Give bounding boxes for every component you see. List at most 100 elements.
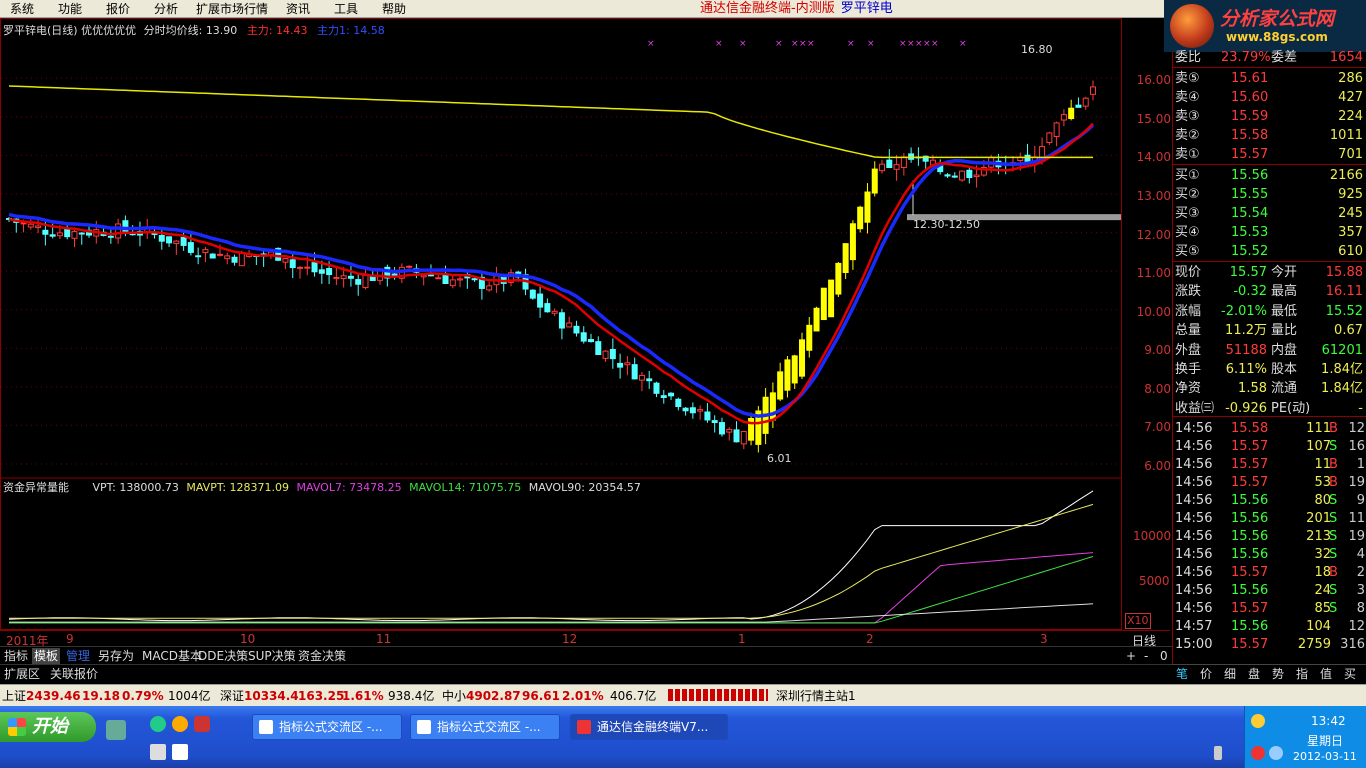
browser-icon[interactable]	[172, 716, 188, 732]
ask-row[interactable]: 卖③ 15.59 224	[1173, 107, 1366, 126]
right-tab[interactable]: 买	[1344, 666, 1356, 682]
candle-body	[347, 275, 354, 279]
task-forum-2[interactable]: 指标公式交流区 -...	[410, 714, 560, 740]
quote-label: 净资	[1175, 381, 1202, 397]
tick-time: 14:56	[1175, 529, 1213, 544]
right-tab-bar: 笔价细盘势指值买	[1172, 664, 1366, 682]
usb-icon[interactable]	[1214, 746, 1222, 760]
tab-fund[interactable]: 资金决策	[296, 648, 348, 664]
zx-label: 中小	[442, 689, 467, 703]
right-tab[interactable]: 价	[1200, 666, 1212, 682]
menu-help[interactable]: 帮助	[382, 1, 406, 17]
vpt-value: VPT: 138000.73	[92, 481, 179, 494]
quote-value: -0.926	[1225, 400, 1267, 416]
bid-row[interactable]: 买① 15.56 2166	[1173, 166, 1366, 185]
status-bar: 上证 2439.46 19.18 0.79% 1004亿 深证 10334.4 …	[0, 684, 1366, 706]
tray-network-icon[interactable]	[1269, 746, 1283, 760]
right-tab[interactable]: 笔	[1176, 666, 1188, 682]
candle-body	[27, 223, 34, 228]
menu-news[interactable]: 资讯	[286, 1, 310, 17]
candle-body	[471, 278, 478, 281]
tick-price: 15.56	[1231, 547, 1269, 562]
ask-label: 卖②	[1175, 128, 1200, 143]
menu-system[interactable]: 系统	[10, 1, 34, 17]
time-label-jan: 1	[738, 632, 746, 646]
keyboard-icon[interactable]	[150, 744, 166, 760]
ask-row[interactable]: 卖④ 15.60 427	[1173, 88, 1366, 107]
candle-body	[740, 430, 747, 445]
ask-row[interactable]: 卖② 15.58 1011	[1173, 126, 1366, 145]
help-icon[interactable]	[172, 744, 188, 760]
right-tab[interactable]: 盘	[1248, 666, 1260, 682]
right-tab[interactable]: 势	[1272, 666, 1284, 682]
menu-ext-market[interactable]: 扩展市场行情	[196, 1, 268, 17]
candle-body	[842, 243, 849, 273]
tick-volume: 104	[1306, 619, 1331, 634]
tick-time: 14:56	[1175, 601, 1213, 616]
time-label-dec: 12	[562, 632, 578, 646]
signal-mark: ×	[847, 39, 855, 49]
task-tdx[interactable]: 通达信金融终端V7...	[570, 714, 728, 740]
kline-chart[interactable]: × × × × × × × × × × × × × × × 罗平锌电(日线) 优优优优优 分时均价线: 13…	[0, 18, 1171, 630]
ie-icon[interactable]	[150, 716, 166, 732]
commission-diff-label: 委差	[1271, 50, 1298, 65]
zoom-reset-button[interactable]: 0	[1158, 648, 1170, 664]
windows-taskbar: 开始 指标公式交流区 -... 指标公式交流区 -... 通达信金融终端V7..…	[0, 706, 1366, 768]
tab-sup[interactable]: SUP决策	[246, 648, 298, 664]
tab-manage[interactable]: 管理	[64, 648, 92, 664]
bid-row[interactable]: 买④ 15.53 357	[1173, 223, 1366, 242]
tick-price: 15.56	[1231, 583, 1269, 598]
right-tab[interactable]: 值	[1320, 666, 1332, 682]
menu-tools[interactable]: 工具	[334, 1, 358, 17]
task-forum-1[interactable]: 指标公式交流区 -...	[252, 714, 402, 740]
price-axis-label: 15.00	[1136, 111, 1171, 126]
tab-linked-quote[interactable]: 关联报价	[48, 666, 100, 682]
tray-security-icon[interactable]	[1251, 746, 1265, 760]
right-tab[interactable]: 细	[1224, 666, 1236, 682]
right-tab[interactable]: 指	[1296, 666, 1308, 682]
quote-label-2: 内盘	[1271, 342, 1298, 358]
time-label-sep: 9	[66, 632, 74, 646]
tab-extension[interactable]: 扩展区	[2, 666, 42, 682]
bid-row[interactable]: 买⑤ 15.52 610	[1173, 242, 1366, 261]
tab-dde[interactable]: DDE决策	[196, 648, 250, 664]
tray-app-icon[interactable]	[1251, 714, 1265, 728]
sz-change: 163.25	[298, 689, 345, 703]
menu-analysis[interactable]: 分析	[154, 1, 178, 17]
tick-price: 15.57	[1231, 457, 1269, 472]
ask-row[interactable]: 卖① 15.57 701	[1173, 145, 1366, 164]
clock-time[interactable]: 13:42	[1311, 714, 1346, 728]
quote-row: 涨幅 -2.01% 最低 15.52	[1173, 302, 1366, 321]
quote-value: 1.58	[1238, 381, 1267, 397]
zoom-out-button[interactable]: -	[1142, 648, 1150, 664]
tab-template[interactable]: 模板	[32, 648, 61, 664]
tab-macd[interactable]: MACD基本	[140, 648, 204, 664]
candle-body	[908, 153, 915, 160]
mavol14-value: MAVOL14: 71075.75	[409, 481, 522, 494]
bid-row[interactable]: 买③ 15.54 245	[1173, 204, 1366, 223]
menu-function[interactable]: 功能	[58, 1, 82, 17]
tick-volume: 111	[1306, 421, 1331, 436]
tab-save-as[interactable]: 另存为	[96, 648, 136, 664]
menu-quote[interactable]: 报价	[106, 1, 130, 17]
tick-count: 19	[1348, 475, 1365, 490]
candle-body	[35, 225, 42, 229]
tick-row: 15:00 15.57 2759 316	[1173, 636, 1366, 654]
tick-time: 14:56	[1175, 457, 1213, 472]
bid-row[interactable]: 买② 15.55 925	[1173, 185, 1366, 204]
zoom-in-button[interactable]: +	[1124, 648, 1138, 664]
bid-volume: 925	[1338, 187, 1363, 202]
start-button[interactable]: 开始	[0, 712, 96, 742]
app-shortcut-icon[interactable]	[194, 716, 210, 732]
show-desktop-icon[interactable]	[106, 720, 126, 740]
signal-mark: ×	[715, 39, 723, 49]
tick-volume: 213	[1306, 529, 1331, 544]
main-line-1: 主力: 14.43	[246, 24, 308, 37]
candle-body	[1053, 122, 1060, 137]
tab-indicator[interactable]: 指标	[2, 648, 30, 664]
quote-row: 净资 1.58 流通 1.84亿	[1173, 379, 1366, 398]
ask-row[interactable]: 卖⑤ 15.61 286	[1173, 69, 1366, 88]
logo-name: 分析家公式网	[1220, 8, 1335, 30]
server-name[interactable]: 深圳行情主站1	[776, 686, 856, 706]
ask-volume: 1011	[1329, 128, 1363, 143]
